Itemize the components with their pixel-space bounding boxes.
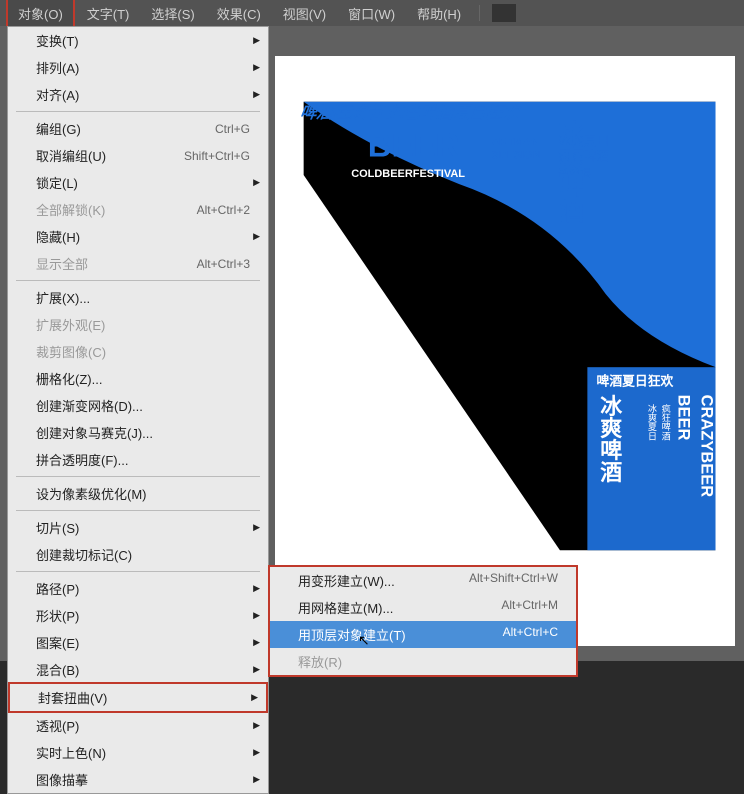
separator xyxy=(16,510,260,511)
menu-hide[interactable]: 隐藏(H) xyxy=(8,223,268,250)
menu-expand-appearance: 扩展外观(E) xyxy=(8,311,268,338)
menu-expand[interactable]: 扩展(X)... xyxy=(8,284,268,311)
separator xyxy=(16,476,260,477)
menu-flatten-transparency[interactable]: 拼合透明度(F)... xyxy=(8,446,268,473)
menu-arrange[interactable]: 排列(A) xyxy=(8,54,268,81)
menu-window[interactable]: 窗口(W) xyxy=(338,0,405,27)
svg-text:BEER: BEER xyxy=(368,127,460,164)
menu-image-trace[interactable]: 图像描摹 xyxy=(8,766,268,793)
svg-text:啤酒狂欢节 纯色啤酒夏日狂欢: 啤酒狂欢节 纯色啤酒夏日狂欢 xyxy=(299,103,523,122)
artwork-content: 啤酒狂欢节 纯色啤酒夏日狂欢 BEER ARTMAN SDESIGN 冰爽夏日 … xyxy=(275,56,735,596)
submenu-warp[interactable]: 用变形建立(W)...Alt+Shift+Ctrl+W xyxy=(270,567,576,594)
menu-shape[interactable]: 形状(P) xyxy=(8,602,268,629)
menu-crop-image: 裁剪图像(C) xyxy=(8,338,268,365)
menu-unlock-all: 全部解锁(K)Alt+Ctrl+2 xyxy=(8,196,268,223)
menu-select[interactable]: 选择(S) xyxy=(141,0,204,27)
submenu-top-object[interactable]: 用顶层对象建立(T)Alt+Ctrl+C xyxy=(270,621,576,648)
menu-ungroup[interactable]: 取消编组(U)Shift+Ctrl+G xyxy=(8,142,268,169)
cursor-icon: ↖ xyxy=(358,632,370,649)
menu-envelope-distort[interactable]: 封套扭曲(V) xyxy=(8,682,268,713)
svg-text:ARTMAN: ARTMAN xyxy=(491,137,539,149)
menu-align[interactable]: 对齐(A) xyxy=(8,81,268,108)
menu-show-all: 显示全部Alt+Ctrl+3 xyxy=(8,250,268,277)
svg-text:疯狂啤酒: 疯狂啤酒 xyxy=(660,403,671,441)
menu-gradient-mesh[interactable]: 创建渐变网格(D)... xyxy=(8,392,268,419)
svg-text:啤酒夏日狂欢: 啤酒夏日狂欢 xyxy=(597,373,674,388)
menu-blend[interactable]: 混合(B) xyxy=(8,656,268,683)
menu-slice[interactable]: 切片(S) xyxy=(8,514,268,541)
menubar: 对象(O) 文字(T) 选择(S) 效果(C) 视图(V) 窗口(W) 帮助(H… xyxy=(0,0,744,26)
menu-type[interactable]: 文字(T) xyxy=(77,0,140,27)
svg-text:CRAZYBEER: CRAZYBEER xyxy=(697,395,715,498)
menu-crop-marks[interactable]: 创建裁切标记(C) xyxy=(8,541,268,568)
submenu-mesh[interactable]: 用网格建立(M)...Alt+Ctrl+M xyxy=(270,594,576,621)
separator xyxy=(16,280,260,281)
menu-perspective[interactable]: 透视(P) xyxy=(8,712,268,739)
menu-transform[interactable]: 变换(T) xyxy=(8,27,268,54)
menu-live-paint[interactable]: 实时上色(N) xyxy=(8,739,268,766)
menu-object[interactable]: 对象(O) xyxy=(6,0,75,29)
menu-pattern[interactable]: 图案(E) xyxy=(8,629,268,656)
menu-lock[interactable]: 锁定(L) xyxy=(8,169,268,196)
menu-help[interactable]: 帮助(H) xyxy=(407,0,471,27)
separator xyxy=(16,111,260,112)
object-dropdown: 变换(T) 排列(A) 对齐(A) 编组(G)Ctrl+G 取消编组(U)Shi… xyxy=(7,26,269,794)
svg-text:COLDBEERFESTIVAL: COLDBEERFESTIVAL xyxy=(351,168,465,180)
toolbar-button[interactable] xyxy=(492,4,516,22)
svg-text:冰爽啤酒: 冰爽啤酒 xyxy=(555,120,584,223)
menubar-separator xyxy=(479,5,480,21)
menu-view[interactable]: 视图(V) xyxy=(273,0,336,27)
menu-path[interactable]: 路径(P) xyxy=(8,575,268,602)
svg-text:SDESIGN: SDESIGN xyxy=(491,150,540,162)
menu-group[interactable]: 编组(G)Ctrl+G xyxy=(8,115,268,142)
separator xyxy=(16,571,260,572)
envelope-submenu: 用变形建立(W)...Alt+Shift+Ctrl+W 用网格建立(M)...A… xyxy=(268,565,578,677)
menu-object-mosaic[interactable]: 创建对象马赛克(J)... xyxy=(8,419,268,446)
menu-effect[interactable]: 效果(C) xyxy=(207,0,271,27)
menu-pixel-perfect[interactable]: 设为像素级优化(M) xyxy=(8,480,268,507)
submenu-release: 释放(R) xyxy=(270,648,576,675)
menu-rasterize[interactable]: 栅格化(Z)... xyxy=(8,365,268,392)
svg-text:冰爽啤酒: 冰爽啤酒 xyxy=(598,395,623,483)
svg-text:冰爽夏日: 冰爽夏日 xyxy=(646,403,657,441)
svg-text:BEER: BEER xyxy=(674,395,692,441)
